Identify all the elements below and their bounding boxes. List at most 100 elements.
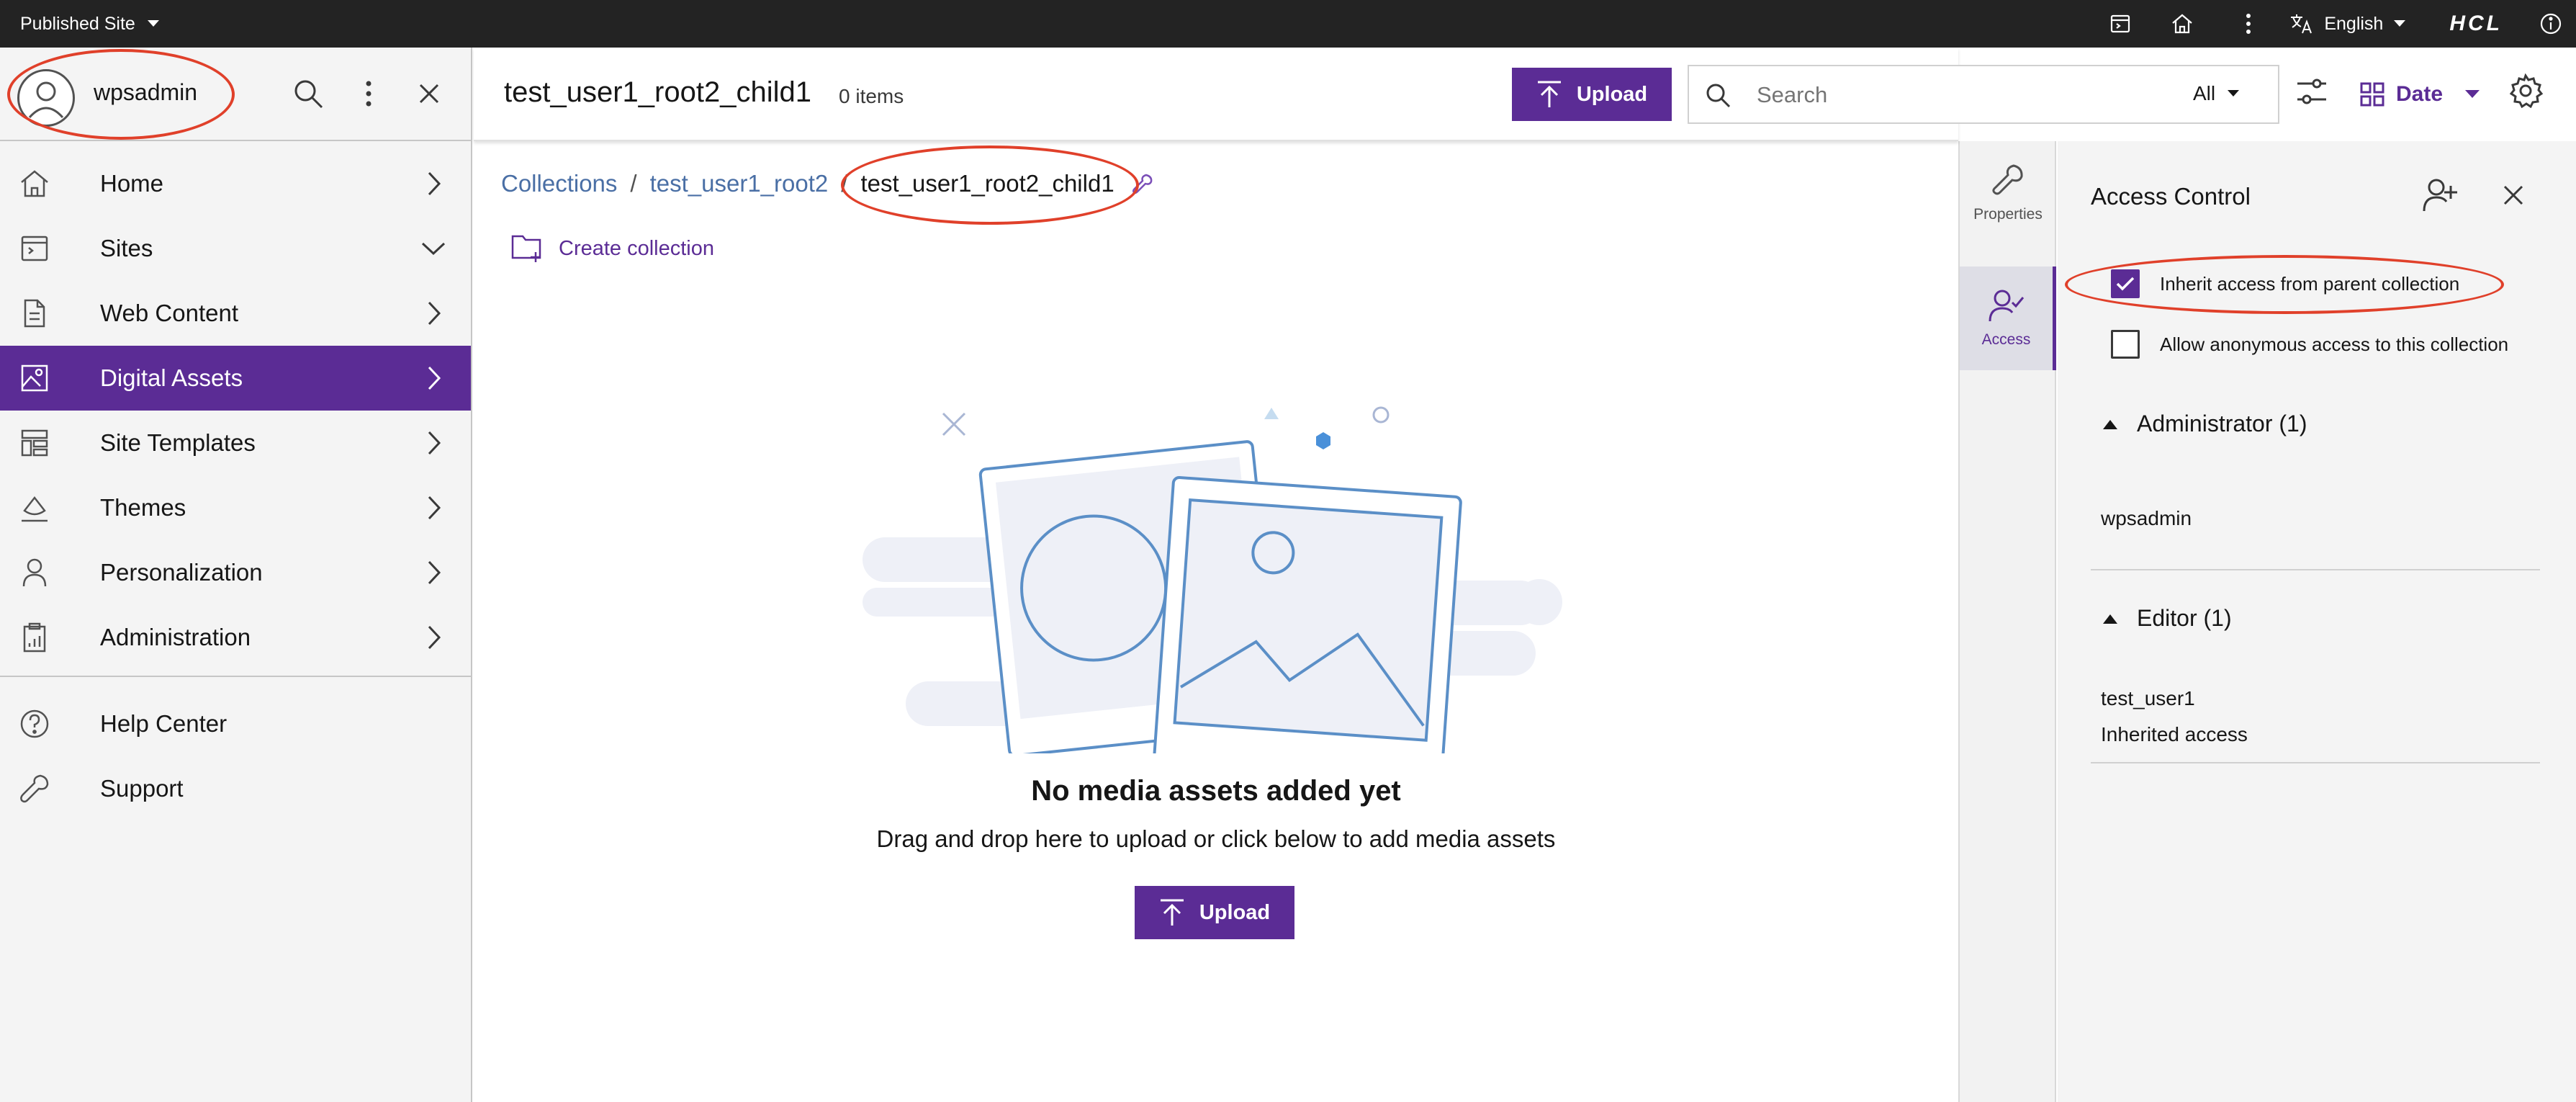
top-bar: Published Site English HCL xyxy=(0,0,2576,48)
group-header-administrator[interactable]: Administrator (1) xyxy=(2102,411,2307,437)
sidebar-item-label: Administration xyxy=(100,624,251,650)
checkbox-checked[interactable] xyxy=(2111,269,2140,298)
sidebar-item-administration[interactable]: Administration xyxy=(0,605,471,670)
chevron-right-icon xyxy=(428,366,441,390)
wrench-icon xyxy=(1992,164,2023,195)
sidebar-item-label: Help Center xyxy=(100,710,228,737)
sidebar-item-label: Themes xyxy=(100,494,186,521)
sidebar-item-help-center[interactable]: Help Center xyxy=(0,691,471,756)
inherit-access-label: Inherit access from parent collection xyxy=(2160,272,2460,295)
group-name: Administrator (1) xyxy=(2137,411,2307,436)
add-user-button[interactable] xyxy=(2422,177,2458,213)
group-divider xyxy=(2091,569,2540,570)
panel-title: Access Control xyxy=(2091,183,2251,210)
empty-state-subtitle: Drag and drop here to upload or click be… xyxy=(876,825,1556,852)
preview-icon[interactable] xyxy=(2097,0,2144,48)
checkmark-icon xyxy=(2116,277,2135,291)
image-icon xyxy=(21,364,48,392)
breadcrumb: Collections / test_user1_root2 / test_us… xyxy=(501,170,1153,197)
grid-view-icon xyxy=(2360,82,2384,107)
empty-state-title: No media assets added yet xyxy=(1031,775,1401,807)
close-icon[interactable] xyxy=(2503,184,2524,206)
item-count: 0 items xyxy=(839,85,904,107)
page-title: test_user1_root2_child1 xyxy=(504,76,811,108)
sidebar-item-label: Home xyxy=(100,170,164,197)
chevron-right-icon xyxy=(428,625,441,650)
sidebar-item-sites[interactable]: Sites xyxy=(0,216,471,281)
inherit-access-checkbox[interactable]: Inherit access from parent collection xyxy=(2111,269,2459,298)
site-selector[interactable]: Published Site xyxy=(20,0,160,48)
group-divider xyxy=(2091,762,2540,763)
sidebar-item-home[interactable]: Home xyxy=(0,151,471,216)
rail-label: Access xyxy=(1981,331,2031,348)
language-selector[interactable]: English xyxy=(2289,13,2406,35)
caret-down-icon xyxy=(2465,90,2480,98)
main-area: test_user1_root2_child1 0 items Upload A… xyxy=(474,48,2543,1102)
chevron-right-icon xyxy=(428,301,441,326)
group-name: Editor (1) xyxy=(2137,605,2232,631)
home-icon[interactable] xyxy=(2158,0,2206,48)
chevron-right-icon xyxy=(428,171,441,196)
chevron-right-icon xyxy=(428,560,441,585)
avatar[interactable] xyxy=(17,69,75,127)
help-icon xyxy=(20,709,49,738)
overflow-menu-icon[interactable] xyxy=(351,73,386,114)
brand-logo: HCL xyxy=(2449,12,2503,35)
add-folder-icon xyxy=(511,235,541,262)
chevron-right-icon xyxy=(428,431,441,455)
search-box: All xyxy=(1688,65,2279,124)
group-member: test_user1 xyxy=(2101,687,2195,709)
right-rail: Properties Access xyxy=(1958,141,2056,1102)
sidebar-item-digital-assets[interactable]: Digital Assets xyxy=(0,346,471,411)
search-input[interactable] xyxy=(1757,76,2131,114)
sidebar-item-label: Sites xyxy=(100,235,153,261)
sort-dropdown[interactable]: Date xyxy=(2360,65,2480,124)
breadcrumb-item-collections[interactable]: Collections xyxy=(501,170,617,197)
filter-settings-icon[interactable] xyxy=(2295,75,2328,108)
sidebar-item-themes[interactable]: Themes xyxy=(0,475,471,540)
checkbox-unchecked[interactable] xyxy=(2111,330,2140,359)
info-icon[interactable] xyxy=(2527,0,2575,48)
rail-label: Properties xyxy=(1973,206,2043,223)
wrench-icon xyxy=(20,774,49,803)
filter-dropdown[interactable]: All xyxy=(2193,82,2240,105)
wrench-icon[interactable] xyxy=(1132,173,1153,194)
overflow-menu-icon[interactable] xyxy=(2225,0,2272,48)
sidebar-item-label: Web Content xyxy=(100,300,239,326)
breadcrumb-separator: / xyxy=(841,170,848,197)
group-header-editor[interactable]: Editor (1) xyxy=(2102,605,2232,632)
sidebar-item-label: Site Templates xyxy=(100,429,256,456)
search-icon xyxy=(1706,84,1731,108)
sidebar-item-label: Support xyxy=(100,775,184,802)
close-icon[interactable] xyxy=(412,73,446,114)
sidebar-item-support[interactable]: Support xyxy=(0,756,471,821)
sidebar-divider xyxy=(0,676,471,677)
caret-up-icon xyxy=(2103,419,2117,429)
empty-state-illustration xyxy=(863,406,1562,753)
sidebar-item-personalization[interactable]: Personalization xyxy=(0,540,471,605)
caret-down-icon xyxy=(2228,90,2240,97)
add-user-icon xyxy=(2423,179,2457,212)
sidebar-item-web-content[interactable]: Web Content xyxy=(0,281,471,346)
chevron-down-icon xyxy=(421,242,446,256)
breadcrumb-item-parent[interactable]: test_user1_root2 xyxy=(650,170,829,197)
sidebar-item-site-templates[interactable]: Site Templates xyxy=(0,411,471,475)
caret-up-icon xyxy=(2103,614,2117,624)
upload-label: Upload xyxy=(1199,900,1271,924)
upload-button[interactable]: Upload xyxy=(1512,68,1672,121)
anonymous-access-checkbox[interactable]: Allow anonymous access to this collectio… xyxy=(2111,330,2508,359)
search-icon[interactable] xyxy=(291,73,325,114)
rail-tab-properties[interactable]: Properties xyxy=(1960,141,2056,245)
sidebar-item-label: Personalization xyxy=(100,559,263,586)
sort-value: Date xyxy=(2396,82,2444,106)
breadcrumb-separator: / xyxy=(630,170,637,197)
site-selector-label: Published Site xyxy=(20,13,135,34)
upload-icon xyxy=(1537,81,1561,107)
breadcrumb-item-current: test_user1_root2_child1 xyxy=(860,170,1114,197)
sidebar-header: wpsadmin xyxy=(0,48,471,141)
create-collection-button[interactable]: Create collection xyxy=(511,233,714,264)
empty-state-upload-button[interactable]: Upload xyxy=(1135,886,1294,939)
user-icon xyxy=(22,558,47,587)
gear-icon[interactable] xyxy=(2508,73,2543,108)
rail-tab-access[interactable]: Access xyxy=(1960,266,2056,370)
